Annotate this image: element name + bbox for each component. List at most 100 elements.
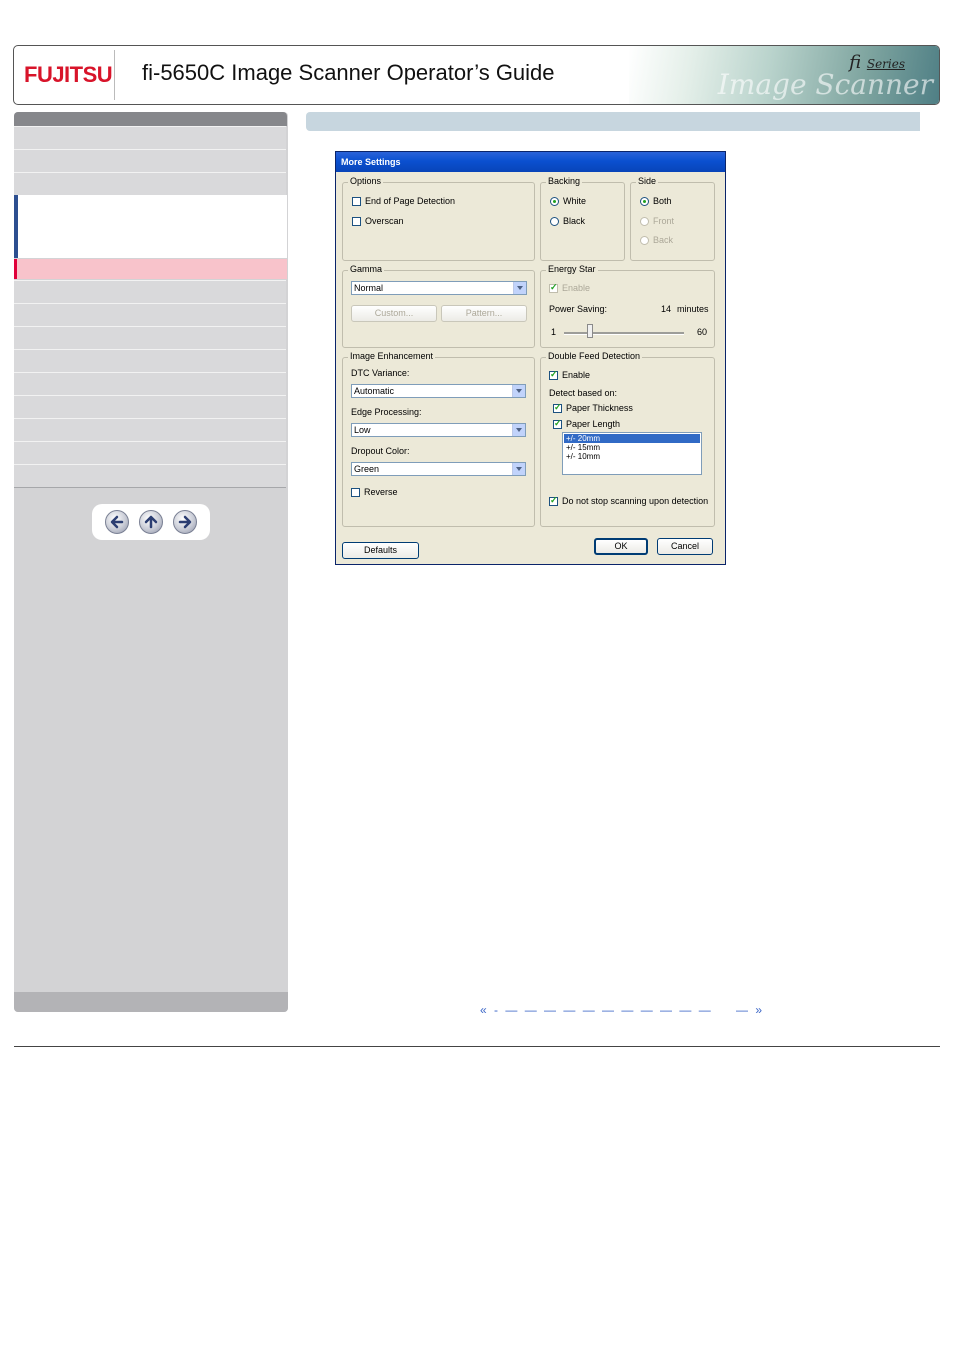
arrow-up-icon bbox=[144, 515, 158, 529]
double-feed-group-label: Double Feed Detection bbox=[546, 351, 643, 361]
sidebar-item[interactable] bbox=[14, 441, 286, 465]
dtc-variance-label: DTC Variance: bbox=[351, 368, 410, 378]
image-enhancement-group-label: Image Enhancement bbox=[348, 351, 436, 361]
more-settings-dialog: More Settings Options End of Page Detect… bbox=[335, 151, 726, 565]
checkbox-label: Enable bbox=[562, 283, 591, 293]
paper-length-listbox[interactable]: +/- 20mm +/- 15mm +/- 10mm bbox=[562, 432, 702, 475]
footer-divider bbox=[14, 1046, 940, 1047]
side-group: Side Both Front Back bbox=[630, 176, 715, 261]
checkbox-label: End of Page Detection bbox=[365, 196, 456, 206]
power-saving-slider[interactable] bbox=[587, 324, 594, 338]
side-back-radio: Back bbox=[640, 235, 673, 245]
sidebar-current-section bbox=[14, 195, 287, 258]
sidebar bbox=[14, 112, 288, 1012]
backing-black-radio[interactable]: Black bbox=[550, 216, 585, 226]
checkbox-box bbox=[549, 282, 558, 293]
do-not-stop-checkbox[interactable]: Do not stop scanning upon detection bbox=[549, 495, 709, 506]
select-value: Automatic bbox=[354, 386, 395, 396]
slider-max-label: 60 bbox=[697, 327, 708, 337]
section-title-bar bbox=[306, 112, 920, 131]
logo-text: FUJITSU bbox=[24, 62, 113, 87]
page-header: FUJITSU fi-5650C Image Scanner Operator’… bbox=[13, 45, 940, 105]
checkbox-box bbox=[352, 196, 361, 206]
checkbox-box bbox=[553, 418, 562, 429]
sidebar-item[interactable] bbox=[14, 395, 286, 419]
checkbox-label: Paper Length bbox=[566, 419, 621, 429]
radio-label: White bbox=[563, 196, 587, 206]
gamma-group-label: Gamma bbox=[348, 264, 385, 274]
chevron-down-icon bbox=[512, 424, 525, 436]
reverse-checkbox[interactable]: Reverse bbox=[351, 487, 398, 497]
paper-length-checkbox[interactable]: Paper Length bbox=[553, 418, 621, 429]
radio-label: Front bbox=[653, 216, 675, 226]
gamma-pattern-button: Pattern... bbox=[441, 305, 527, 322]
edge-processing-select[interactable]: Low bbox=[351, 423, 526, 437]
gamma-select[interactable]: Normal bbox=[351, 281, 527, 295]
radio-label: Black bbox=[563, 216, 586, 226]
paper-thickness-checkbox[interactable]: Paper Thickness bbox=[553, 402, 633, 413]
sidebar-item[interactable] bbox=[14, 418, 286, 442]
sidebar-header bbox=[14, 112, 287, 126]
page-pager: « - — — — — — — — — — — — — » bbox=[480, 1003, 764, 1017]
checkbox-box bbox=[549, 495, 558, 506]
checkbox-box bbox=[351, 487, 360, 497]
dialog-titlebar: More Settings bbox=[336, 152, 725, 172]
header-banner-art: Image Scanner fi Series bbox=[629, 46, 939, 104]
radio-label: Back bbox=[653, 235, 674, 245]
cancel-button[interactable]: Cancel bbox=[657, 538, 713, 555]
chevron-down-icon bbox=[512, 463, 525, 475]
checkbox-label: Do not stop scanning upon detection bbox=[562, 496, 709, 506]
pager-dash-end: — bbox=[736, 1003, 751, 1017]
list-item[interactable]: +/- 20mm bbox=[564, 434, 700, 443]
ok-button[interactable]: OK bbox=[594, 538, 648, 555]
prev-page-button[interactable] bbox=[105, 510, 129, 534]
checkbox-label: Reverse bbox=[364, 487, 398, 497]
sidebar-footer bbox=[14, 992, 288, 1012]
radio-dot bbox=[550, 196, 559, 206]
next-link-icon[interactable]: » bbox=[755, 1003, 764, 1017]
dtc-variance-select[interactable]: Automatic bbox=[351, 384, 526, 398]
sidebar-item[interactable] bbox=[14, 149, 286, 173]
gamma-group: Gamma Normal Custom... Pattern... bbox=[342, 264, 535, 348]
list-item[interactable]: +/- 15mm bbox=[564, 443, 700, 452]
sidebar-item[interactable] bbox=[14, 126, 286, 150]
chevron-down-icon bbox=[513, 282, 526, 294]
sidebar-item[interactable] bbox=[14, 349, 286, 373]
power-saving-minutes-unit: minutes bbox=[677, 304, 709, 314]
image-enhancement-group: Image Enhancement bbox=[342, 351, 535, 527]
up-page-button[interactable] bbox=[139, 510, 163, 534]
list-item[interactable]: +/- 10mm bbox=[564, 452, 700, 461]
detect-based-on-label: Detect based on: bbox=[549, 388, 618, 398]
sidebar-item[interactable] bbox=[14, 280, 286, 304]
chevron-down-icon bbox=[512, 385, 525, 397]
arrow-left-icon bbox=[110, 515, 124, 529]
slider-min-label: 1 bbox=[551, 327, 557, 337]
sidebar-item[interactable] bbox=[14, 172, 286, 196]
select-value: Normal bbox=[354, 283, 384, 293]
side-both-radio[interactable]: Both bbox=[640, 196, 672, 206]
fujitsu-logo: FUJITSU bbox=[24, 58, 116, 92]
sidebar-item[interactable] bbox=[14, 326, 286, 350]
dropout-color-select[interactable]: Green bbox=[351, 462, 526, 476]
sidebar-item[interactable] bbox=[14, 464, 286, 488]
arrow-right-icon bbox=[178, 515, 192, 529]
pager-dashes: - — — — — — — — — — — — bbox=[494, 1003, 713, 1017]
prev-link-icon[interactable]: « bbox=[480, 1003, 489, 1017]
sidebar-item[interactable] bbox=[14, 303, 286, 327]
defaults-button[interactable]: Defaults bbox=[342, 542, 419, 559]
next-page-button[interactable] bbox=[173, 510, 197, 534]
dropout-color-label: Dropout Color: bbox=[351, 446, 410, 456]
radio-label: Both bbox=[653, 196, 672, 206]
overscan-checkbox[interactable]: Overscan bbox=[352, 216, 404, 226]
sidebar-item-active[interactable] bbox=[14, 259, 287, 279]
checkbox-label: Enable bbox=[562, 370, 591, 380]
backing-white-radio[interactable]: White bbox=[550, 196, 586, 206]
page-title: fi-5650C Image Scanner Operator’s Guide bbox=[142, 60, 555, 85]
checkbox-box bbox=[553, 402, 562, 413]
power-saving-slider-track bbox=[564, 332, 684, 335]
radio-dot bbox=[640, 196, 649, 206]
double-feed-enable-checkbox[interactable]: Enable bbox=[549, 369, 591, 380]
sidebar-item[interactable] bbox=[14, 372, 286, 396]
end-of-page-detection-checkbox[interactable]: End of Page Detection bbox=[352, 196, 455, 206]
options-group: Options End of Page Detection Overscan bbox=[342, 176, 535, 261]
